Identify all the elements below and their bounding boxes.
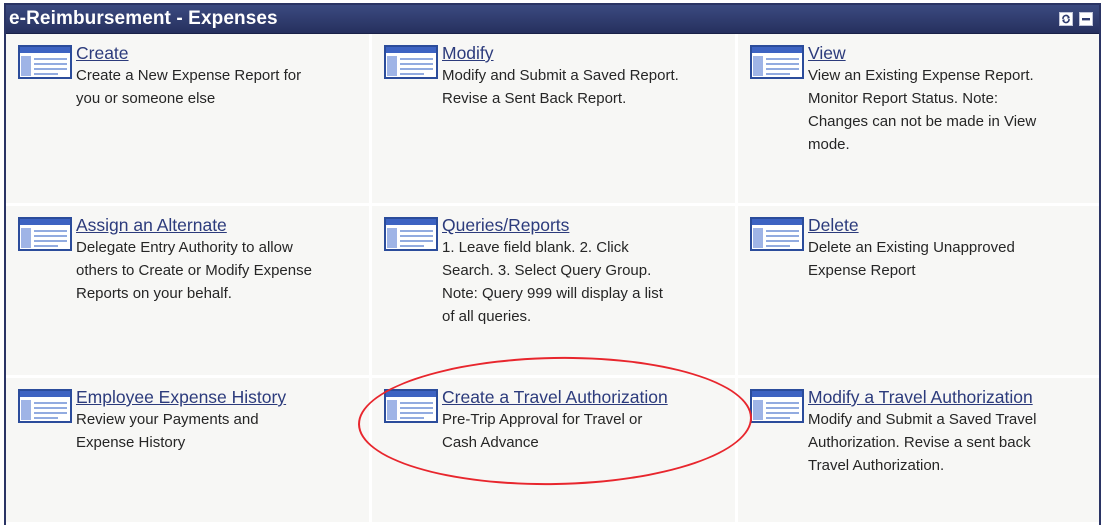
pagelet-title: e-Reimbursement - Expenses (9, 8, 278, 29)
create-description: Create a New Expense Report for you or s… (76, 67, 302, 107)
expense-page-icon (18, 217, 72, 251)
expense-page-icon (384, 45, 438, 79)
assign-alternate-description: Delegate Entry Authority to allow others… (76, 239, 312, 302)
expense-page-icon (750, 217, 804, 251)
menu-cell-view: View View an Existing Expense Report. Mo… (738, 34, 1099, 206)
delete-link[interactable]: Delete (808, 215, 859, 236)
expense-page-icon (750, 389, 804, 423)
queries-reports-description: 1. Leave field blank. 2. Click Search. 3… (442, 239, 663, 325)
expense-page-icon (750, 45, 804, 79)
menu-cell-create: Create Create a New Expense Report for y… (6, 34, 372, 206)
refresh-icon[interactable] (1059, 12, 1073, 26)
menu-grid: Create Create a New Expense Report for y… (6, 34, 1099, 525)
expenses-pagelet: e-Reimbursement - Expenses Create Create… (4, 3, 1101, 525)
expense-page-icon (18, 45, 72, 79)
assign-alternate-link[interactable]: Assign an Alternate (76, 215, 227, 236)
create-link[interactable]: Create (76, 43, 129, 64)
modify-description: Modify and Submit a Saved Report. Revise… (442, 67, 679, 107)
pagelet-controls (1059, 12, 1099, 26)
employee-expense-history-description: Review your Payments and Expense History (76, 411, 259, 451)
create-travel-authorization-description: Pre-Trip Approval for Travel or Cash Adv… (442, 411, 643, 451)
view-description: View an Existing Expense Report. Monitor… (808, 67, 1037, 153)
menu-cell-delete: Delete Delete an Existing Unapproved Exp… (738, 206, 1099, 378)
menu-cell-assign-alternate: Assign an Alternate Delegate Entry Autho… (6, 206, 372, 378)
delete-description: Delete an Existing Unapproved Expense Re… (808, 239, 1015, 279)
expense-page-icon (18, 389, 72, 423)
queries-reports-link[interactable]: Queries/Reports (442, 215, 569, 236)
minimize-icon[interactable] (1079, 12, 1093, 26)
create-travel-authorization-link[interactable]: Create a Travel Authorization (442, 387, 668, 408)
employee-expense-history-link[interactable]: Employee Expense History (76, 387, 286, 408)
menu-cell-modify: Modify Modify and Submit a Saved Report.… (372, 34, 738, 206)
menu-cell-employee-expense-history: Employee Expense History Review your Pay… (6, 378, 372, 525)
expense-page-icon (384, 389, 438, 423)
menu-cell-modify-travel-authorization: Modify a Travel Authorization Modify and… (738, 378, 1099, 525)
modify-link[interactable]: Modify (442, 43, 494, 64)
modify-travel-authorization-link[interactable]: Modify a Travel Authorization (808, 387, 1033, 408)
menu-cell-create-travel-authorization: Create a Travel Authorization Pre-Trip A… (372, 378, 738, 525)
modify-travel-authorization-description: Modify and Submit a Saved Travel Authori… (808, 411, 1037, 474)
pagelet-header: e-Reimbursement - Expenses (6, 5, 1099, 34)
menu-cell-queries-reports: Queries/Reports 1. Leave field blank. 2.… (372, 206, 738, 378)
view-link[interactable]: View (808, 43, 846, 64)
expense-page-icon (384, 217, 438, 251)
